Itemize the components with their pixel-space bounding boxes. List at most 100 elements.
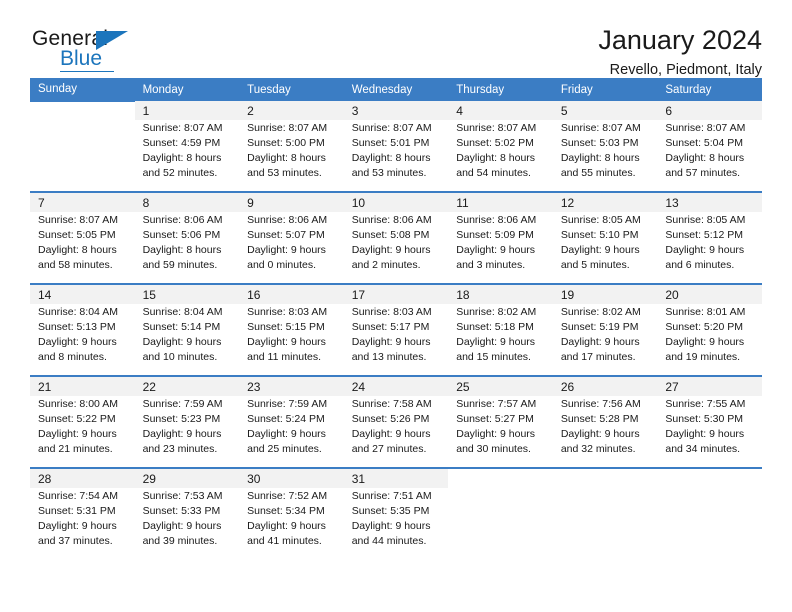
day-number[interactable]: 9 [239, 191, 344, 212]
day-detail-line: Sunset: 5:06 PM [142, 228, 221, 241]
day-number[interactable]: 21 [30, 375, 135, 396]
day-number[interactable]: 5 [552, 101, 658, 120]
day-details: Sunrise: 8:07 AM Sunset: 5:02 PM Daylight:… [448, 120, 553, 192]
day-detail-line: and 8 minutes. [38, 350, 107, 363]
day-detail-line: Sunrise: 8:07 AM [665, 122, 746, 134]
day-number[interactable]: 19 [552, 283, 658, 304]
day-number[interactable]: 27 [657, 375, 762, 396]
day-detail-line: Daylight: 9 hours [560, 335, 640, 348]
day-details: Sunrise: 8:03 AM Sunset: 5:17 PM Daylight:… [343, 304, 449, 376]
week-daynumber-row: 14 15 16 17 18 19 20 [30, 283, 762, 304]
day-detail-line: Sunrise: 8:07 AM [142, 122, 223, 134]
day-cell-empty [30, 100, 135, 120]
day-detail-line: and 19 minutes. [665, 350, 741, 363]
day-detail-line: Sunrise: 7:51 AM [351, 490, 432, 502]
day-detail-line: Sunset: 5:04 PM [665, 136, 744, 149]
calendar-header-row: Sunday Monday Tuesday Wednesday Thursday Frid… [30, 78, 762, 101]
day-detail-line: Sunrise: 7:57 AM [456, 398, 537, 410]
day-detail-line: Sunset: 5:22 PM [38, 412, 116, 425]
day-detail-line: Sunrise: 8:03 AM [351, 306, 432, 318]
day-cell-empty [448, 467, 553, 488]
day-detail-line: and 32 minutes. [560, 442, 636, 455]
day-detail-line: Sunrise: 8:07 AM [456, 122, 537, 134]
day-number[interactable]: 22 [134, 375, 240, 396]
day-detail-line: Daylight: 9 hours [247, 427, 326, 440]
title-block: January 2024 Revello, Piedmont, Italy [598, 25, 762, 79]
day-number[interactable]: 16 [239, 283, 344, 304]
day-number[interactable]: 18 [448, 283, 553, 304]
day-number[interactable]: 31 [343, 467, 449, 488]
day-details: Sunrise: 8:01 AM Sunset: 5:20 PM Daylight:… [657, 304, 762, 376]
day-number[interactable]: 26 [552, 375, 658, 396]
day-detail-line: Daylight: 8 hours [456, 151, 536, 164]
day-detail-line: Daylight: 9 hours [665, 243, 745, 256]
day-detail-line: Sunrise: 7:58 AM [351, 398, 432, 410]
day-detail-line: Daylight: 9 hours [665, 427, 745, 440]
day-detail-line: Sunrise: 7:54 AM [38, 490, 118, 502]
day-number[interactable]: 17 [343, 283, 449, 304]
day-number[interactable]: 7 [30, 191, 135, 212]
day-details: Sunrise: 8:07 AM Sunset: 5:05 PM Daylight:… [30, 212, 135, 284]
day-detail-line: Sunset: 5:02 PM [456, 136, 534, 149]
weekday-header-thursday: Thursday [448, 78, 553, 101]
weekday-header-monday: Monday [134, 78, 240, 101]
day-detail-line: Sunset: 5:01 PM [351, 136, 430, 149]
day-number[interactable]: 1 [134, 101, 240, 120]
day-detail-line: Sunset: 5:15 PM [247, 320, 325, 333]
day-detail-line: Sunset: 5:35 PM [351, 504, 430, 517]
day-detail-line: Sunset: 5:13 PM [38, 320, 116, 333]
day-detail-line: Daylight: 8 hours [351, 151, 431, 164]
weekday-header-sunday: Sunday [30, 78, 135, 101]
day-number[interactable]: 25 [448, 375, 553, 396]
day-detail-line: Sunset: 5:34 PM [247, 504, 325, 517]
day-detail-line: Sunrise: 8:02 AM [456, 306, 537, 318]
day-number[interactable]: 23 [239, 375, 344, 396]
day-detail-line: and 25 minutes. [247, 442, 322, 455]
day-detail-line: Daylight: 9 hours [665, 335, 745, 348]
day-detail-line: and 53 minutes. [247, 166, 322, 179]
day-detail-line: Sunset: 5:24 PM [247, 412, 325, 425]
day-number[interactable]: 2 [239, 101, 344, 120]
day-detail-line: and 6 minutes. [665, 258, 735, 271]
day-details: Sunrise: 7:57 AM Sunset: 5:27 PM Daylight:… [448, 396, 553, 468]
day-detail-line: Sunset: 5:10 PM [560, 228, 639, 241]
day-detail-line: Daylight: 9 hours [142, 335, 222, 348]
day-detail-line: Daylight: 9 hours [351, 335, 431, 348]
day-number[interactable]: 4 [448, 101, 553, 120]
day-detail-line: Daylight: 9 hours [456, 335, 536, 348]
day-detail-line: Daylight: 9 hours [456, 243, 536, 256]
page-subtitle: Revello, Piedmont, Italy [609, 61, 762, 78]
day-details: Sunrise: 8:07 AM Sunset: 5:03 PM Daylight:… [552, 120, 658, 192]
day-number[interactable]: 29 [134, 467, 240, 488]
day-detail-line: Sunset: 5:28 PM [560, 412, 639, 425]
day-details: Sunrise: 8:06 AM Sunset: 5:07 PM Daylight:… [239, 212, 344, 284]
day-number[interactable]: 28 [30, 467, 135, 488]
day-detail-line: Sunset: 5:07 PM [247, 228, 325, 241]
day-details: Sunrise: 8:07 AM Sunset: 4:59 PM Daylight:… [134, 120, 240, 192]
day-number[interactable]: 15 [134, 283, 240, 304]
day-details: Sunrise: 8:07 AM Sunset: 5:00 PM Daylight:… [239, 120, 344, 192]
day-number[interactable]: 11 [448, 191, 553, 212]
day-details: Sunrise: 8:02 AM Sunset: 5:18 PM Daylight:… [448, 304, 553, 376]
day-number[interactable]: 24 [343, 375, 449, 396]
day-number[interactable]: 10 [343, 191, 449, 212]
day-detail-line: Sunset: 5:17 PM [351, 320, 430, 333]
day-detail-line: and 54 minutes. [456, 166, 531, 179]
day-detail-line: Sunset: 4:59 PM [142, 136, 221, 149]
weekday-header-tuesday: Tuesday [239, 78, 344, 101]
brand-logo[interactable]: General Blue [30, 26, 160, 78]
day-details: Sunrise: 7:59 AM Sunset: 5:23 PM Daylight:… [134, 396, 240, 468]
day-detail-line: Daylight: 8 hours [665, 151, 745, 164]
weekday-header-friday: Friday [552, 78, 658, 101]
page-header: General Blue January 2024 Revello, Piedm… [30, 0, 762, 77]
day-number[interactable]: 14 [30, 283, 135, 304]
day-detail-line: Sunrise: 8:07 AM [38, 214, 118, 226]
day-number[interactable]: 30 [239, 467, 344, 488]
day-number[interactable]: 13 [657, 191, 762, 212]
day-number[interactable]: 3 [343, 101, 449, 120]
day-number[interactable]: 20 [657, 283, 762, 304]
day-number[interactable]: 12 [552, 191, 658, 212]
day-number[interactable]: 6 [657, 101, 762, 120]
day-number[interactable]: 8 [134, 191, 240, 212]
day-detail-line: Sunset: 5:30 PM [665, 412, 744, 425]
